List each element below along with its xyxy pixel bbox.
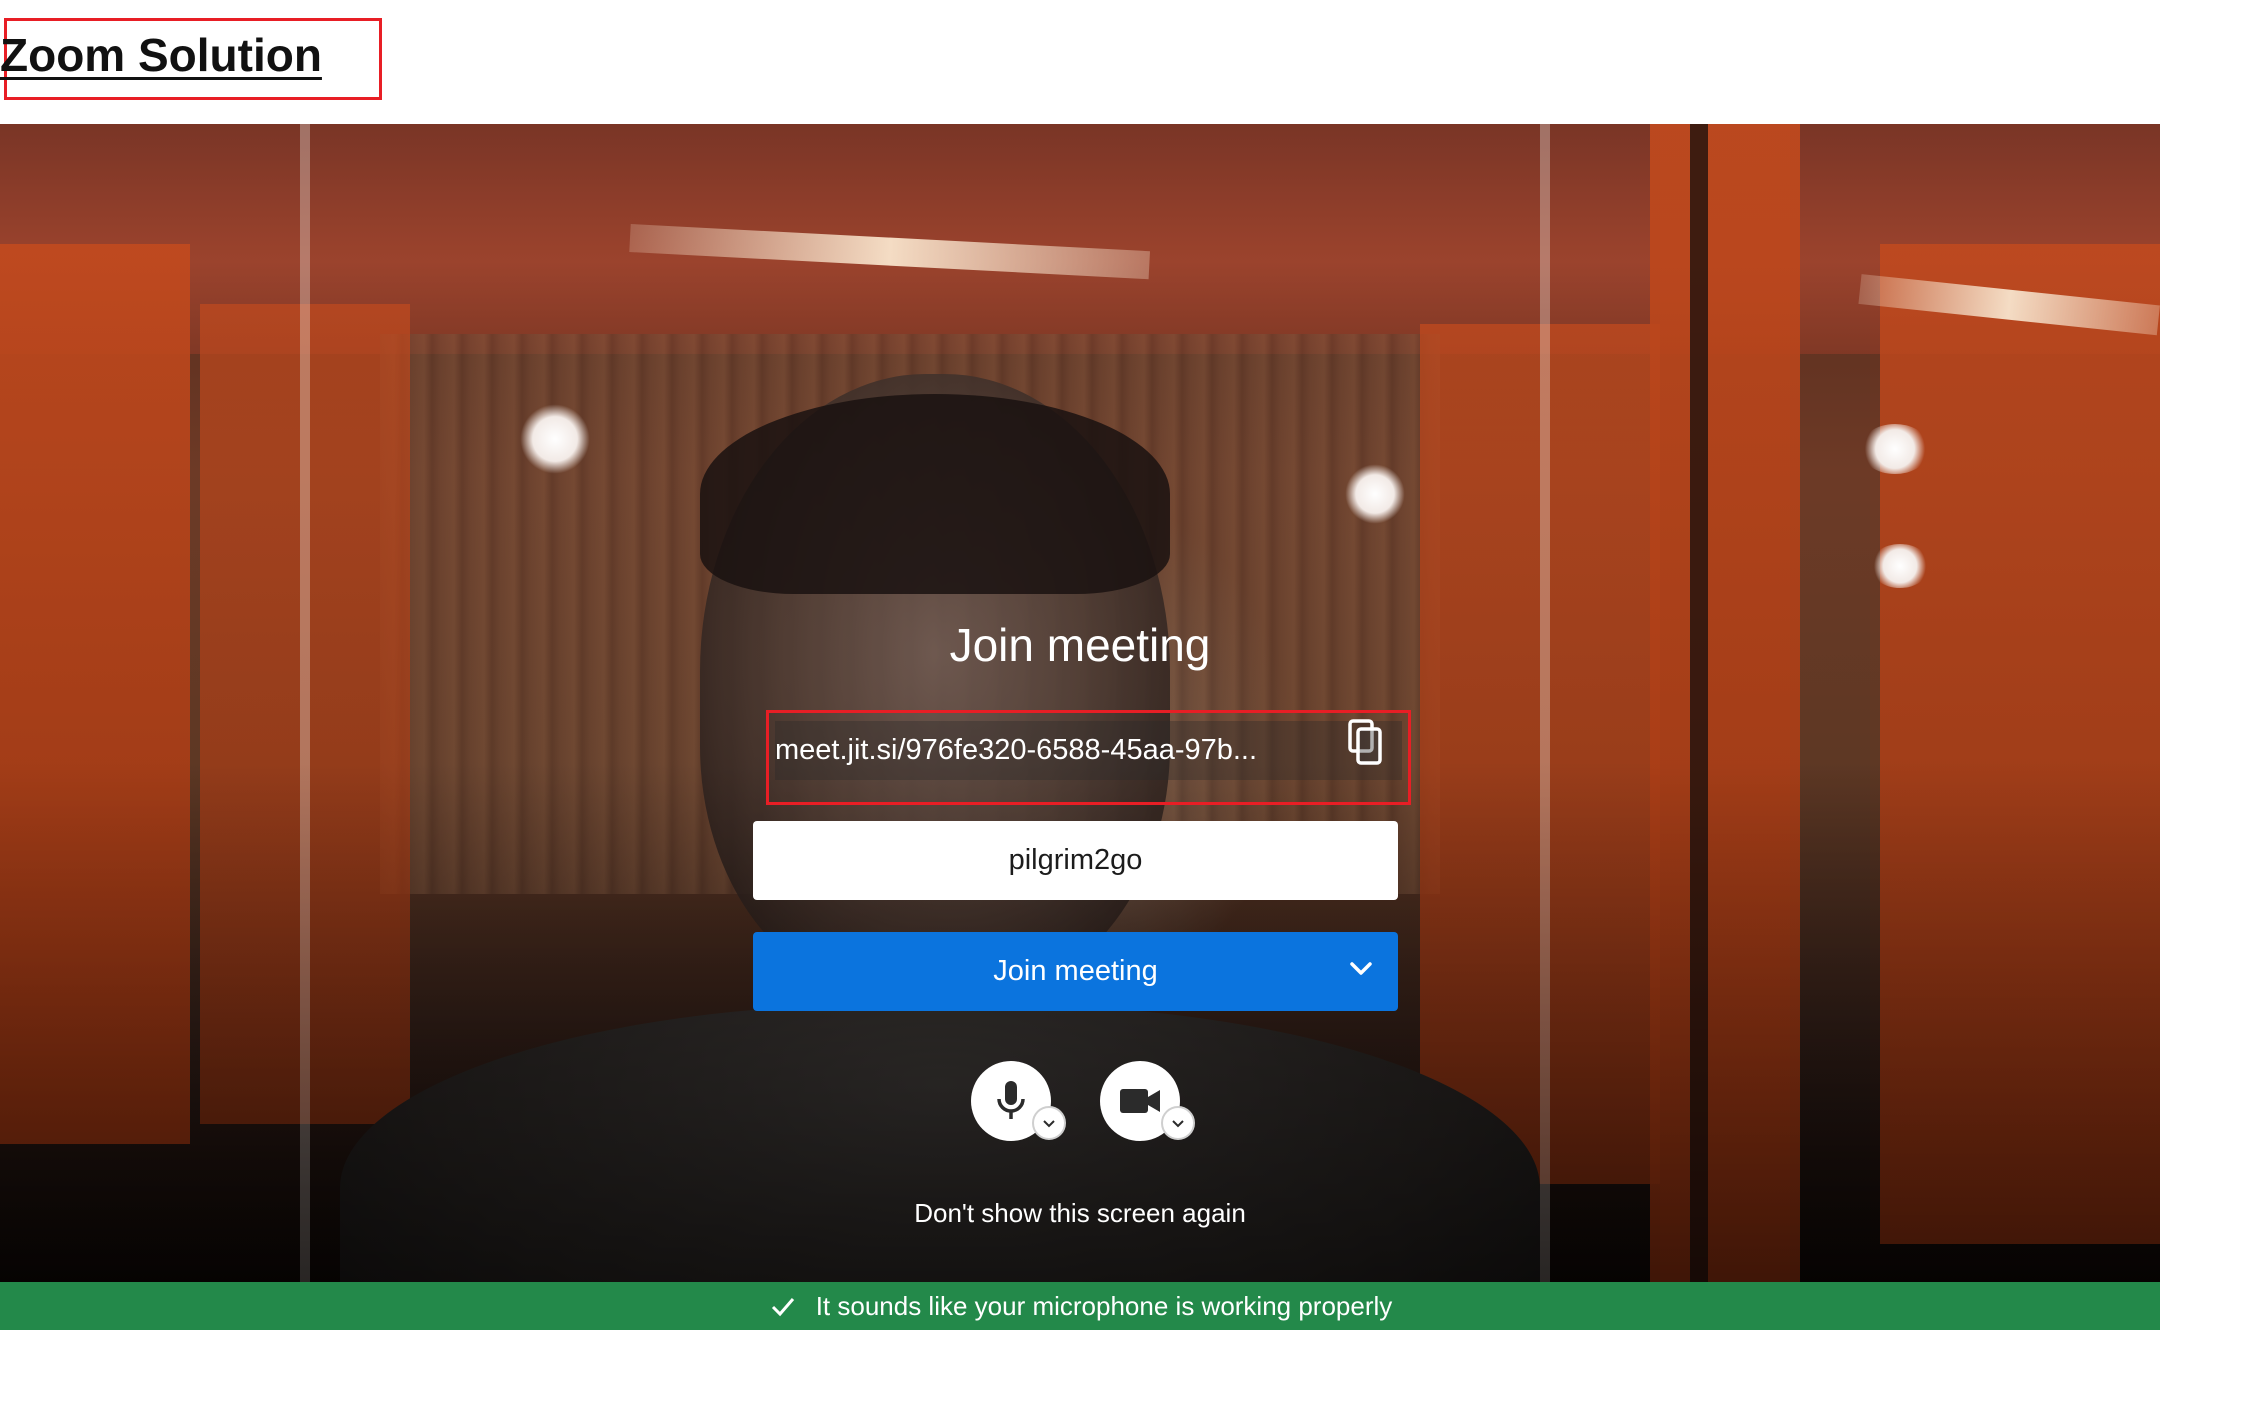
microphone-status-message: It sounds like your microphone is workin…: [815, 1290, 1393, 1321]
join-meeting-button-label: Join meeting: [993, 955, 1158, 987]
copy-icon[interactable]: [1346, 719, 1386, 767]
video-vignette: [0, 124, 2160, 1282]
meeting-url-text: meet.jit.si/976fe320-6588-45aa-97b...: [775, 734, 1258, 766]
join-meeting-button[interactable]: Join meeting: [753, 932, 1398, 1011]
display-name-input[interactable]: [753, 821, 1398, 900]
microphone-options-chevron[interactable]: [1032, 1106, 1066, 1140]
chevron-down-icon[interactable]: [1346, 954, 1376, 984]
dont-show-again-link[interactable]: Don't show this screen again: [0, 1198, 2160, 1229]
chevron-down-icon: [1172, 1120, 1184, 1128]
microphone-status-bar: It sounds like your microphone is workin…: [0, 1282, 2160, 1330]
video-preview: Join meeting meet.jit.si/976fe320-6588-4…: [0, 124, 2160, 1282]
camera-options-chevron[interactable]: [1161, 1106, 1195, 1140]
check-icon: [771, 1298, 794, 1317]
page: Zoom Solution Join meeting meet.jit.si/9…: [0, 0, 2254, 1412]
meeting-url-highlight-box: meet.jit.si/976fe320-6588-45aa-97b...: [766, 710, 1411, 805]
join-meeting-heading: Join meeting: [949, 619, 1211, 671]
video-camera-icon: [1120, 1089, 1160, 1113]
chevron-down-icon: [1043, 1120, 1055, 1128]
page-title[interactable]: Zoom Solution: [0, 28, 322, 82]
microphone-icon: [997, 1081, 1025, 1119]
meeting-url-field[interactable]: meet.jit.si/976fe320-6588-45aa-97b...: [775, 721, 1402, 780]
